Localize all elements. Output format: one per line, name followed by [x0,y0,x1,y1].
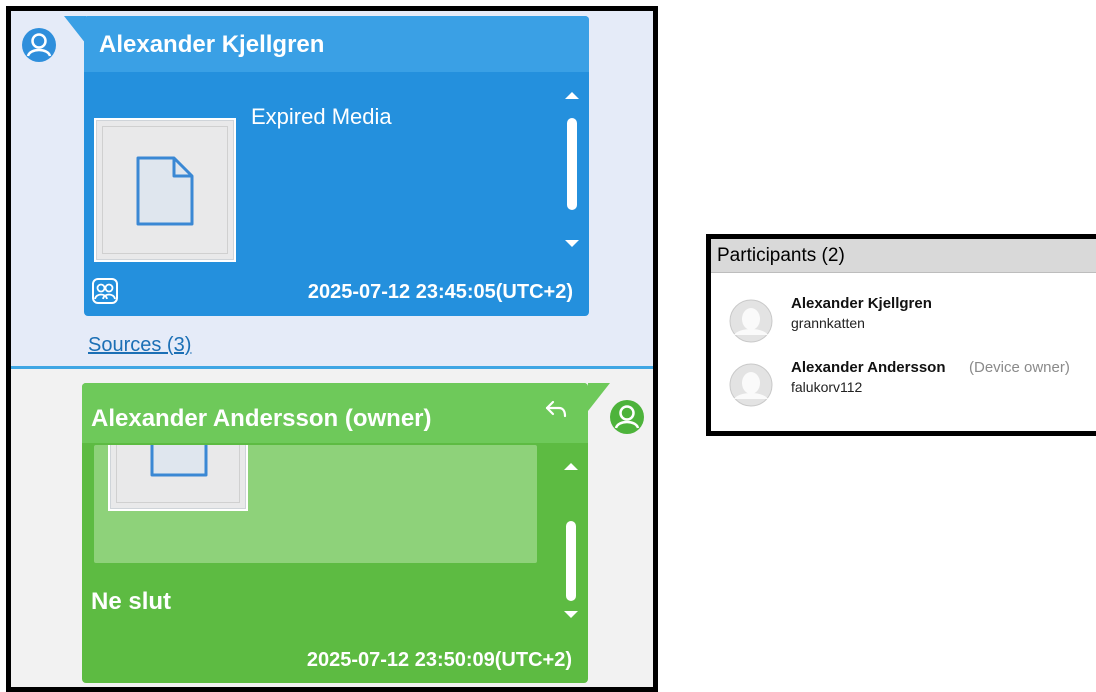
user-avatar-icon [22,28,56,62]
user-avatar-icon [729,299,773,343]
scroll-thumb[interactable] [567,118,577,210]
message-scrollbar[interactable] [561,461,581,631]
scroll-up-icon[interactable] [565,92,579,99]
participants-panel: Participants (2) Alexander Kjellgren gra… [706,234,1096,436]
scroll-down-icon[interactable] [564,611,578,618]
media-preview[interactable] [94,445,537,563]
media-thumbnail[interactable] [108,445,248,511]
participant-name: Alexander Kjellgren [791,295,932,312]
sources-link[interactable]: Sources (3) [88,334,191,357]
message-header: Alexander Andersson (owner) [82,383,588,443]
message-header: Alexander Kjellgren [84,16,589,72]
reply-icon[interactable] [544,399,568,419]
participant-handle: falukorv112 [791,379,863,395]
message-text: Ne slut [91,588,172,615]
participants-header: Participants (2) [711,239,1096,273]
sender-name: Alexander Kjellgren [99,31,325,58]
sender-name: Alexander Andersson (owner) [91,405,432,432]
participant-handle: grannkatten [791,315,865,331]
expired-media-label: Expired Media [251,104,392,129]
participant-name: Alexander Andersson [791,359,946,376]
bubble-tail [64,16,86,44]
bubble-tail [588,383,610,411]
message-scrollbar[interactable] [562,90,582,270]
message-bubble-outgoing[interactable]: Alexander Andersson (owner) Ne slut 2025… [82,383,588,683]
file-icon [150,445,208,477]
scroll-up-icon[interactable] [564,463,578,470]
scroll-thumb[interactable] [566,521,576,601]
chat-panel: Alexander Kjellgren Expired Media 2025-0… [6,6,658,692]
media-thumbnail[interactable] [94,118,236,262]
file-icon [136,156,194,226]
participant-role: (Device owner) [969,359,1070,376]
scroll-down-icon[interactable] [565,240,579,247]
participant-row[interactable]: Alexander Kjellgren grannkatten [711,291,1096,346]
participants-icon[interactable] [92,278,118,304]
participants-title: Participants (2) [717,245,845,266]
user-avatar-icon [729,363,773,407]
message-timestamp: 2025-07-12 23:45:05(UTC+2) [307,281,573,303]
message-bubble-incoming[interactable]: Alexander Kjellgren Expired Media 2025-0… [84,16,589,316]
message-timestamp: 2025-07-12 23:50:09(UTC+2) [306,649,572,671]
user-avatar-icon [610,400,644,434]
participant-row[interactable]: Alexander Andersson (Device owner) faluk… [711,355,1096,410]
